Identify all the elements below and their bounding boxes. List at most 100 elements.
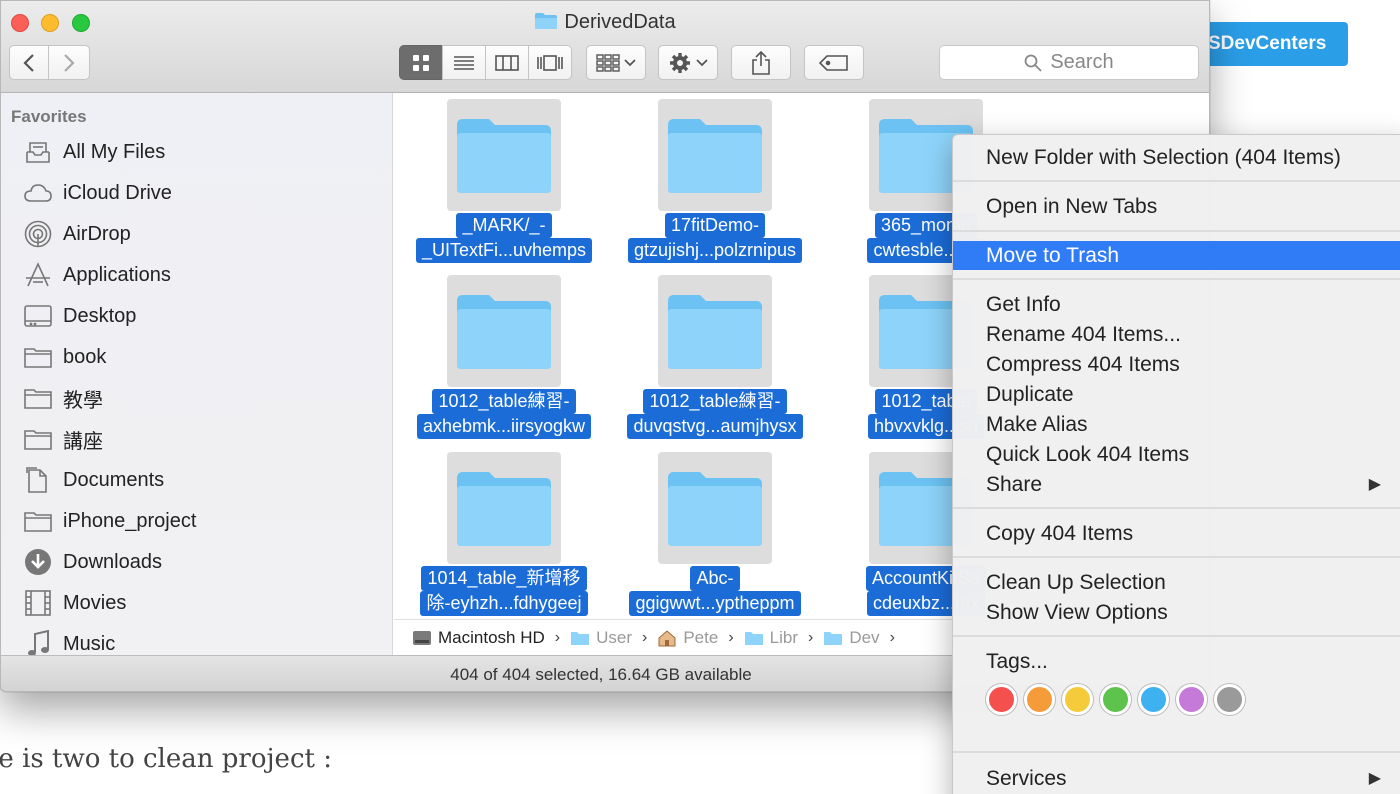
airdrop-icon: [24, 220, 52, 248]
sidebar-item-label: Downloads: [63, 550, 162, 573]
all-files-icon: [26, 142, 50, 163]
arrange-button[interactable]: [586, 45, 646, 80]
music-icon: [28, 630, 49, 655]
path-item-developer[interactable]: Dev: [823, 628, 880, 648]
path-item-macintosh-hd[interactable]: Macintosh HD: [412, 628, 545, 648]
back-button[interactable]: [9, 45, 49, 80]
background-dev-centers-button[interactable]: SDevCenters: [1190, 22, 1348, 66]
icon-view-button[interactable]: [399, 45, 443, 80]
chevron-right-icon: [64, 53, 75, 72]
arrange-icon: [596, 53, 620, 72]
home-icon: [658, 629, 676, 646]
titlebar: DerivedData Search: [1, 1, 1209, 93]
menu-item-move-to-trash[interactable]: Move to Trash: [953, 241, 1400, 270]
folder-thumbnail: [447, 452, 561, 564]
chevron-down-icon: [624, 58, 636, 66]
folder-thumbnail: [447, 99, 561, 211]
desktop-icon: [24, 305, 52, 327]
folder-label: _MARK/_- _UITextFi...uvhemps: [394, 213, 614, 263]
sidebar-item-book[interactable]: book: [23, 342, 106, 372]
folder-icon: [668, 295, 762, 369]
submenu-arrow-icon: ▶: [1368, 770, 1381, 787]
share-button[interactable]: [731, 45, 791, 80]
menu-item-share[interactable]: Share ▶: [953, 470, 1400, 499]
sidebar-item-label: Desktop: [63, 304, 137, 327]
sidebar-item-all-my-files[interactable]: All My Files: [23, 137, 165, 167]
sidebar-item-label: Music: [63, 632, 116, 655]
tag-red-swatch[interactable]: [986, 684, 1017, 715]
menu-separator: [953, 507, 1400, 509]
folder-label: 17fitDemo-gtzujishj...polzrnipus: [605, 213, 825, 263]
menu-item-clean-up-selection[interactable]: Clean Up Selection: [953, 568, 1400, 597]
folder-thumbnail: [447, 275, 561, 387]
path-item-library[interactable]: Libr: [744, 628, 798, 648]
sidebar-item-downloads[interactable]: Downloads: [23, 547, 162, 577]
tag-purple-swatch[interactable]: [1176, 684, 1207, 715]
menu-item-get-info[interactable]: Get Info: [953, 290, 1400, 319]
folder-icon: [24, 512, 52, 532]
menu-item-tags[interactable]: Tags...: [953, 647, 1400, 676]
menu-item-new-folder-with-selection[interactable]: New Folder with Selection (404 Items): [953, 143, 1400, 172]
sidebar-item-lecture[interactable]: 講座: [23, 424, 103, 454]
folder-icon: [24, 430, 52, 450]
folder-icon: [457, 295, 551, 369]
path-separator: ›: [554, 628, 561, 646]
folder-label: 1012_table練習-axhebmk...iirsyogkw: [394, 389, 614, 439]
sidebar-item-movies[interactable]: Movies: [23, 588, 126, 618]
tag-color-picker: [986, 684, 1245, 715]
sidebar-item-airdrop[interactable]: AirDrop: [23, 219, 131, 249]
menu-item-quick-look[interactable]: Quick Look 404 Items: [953, 440, 1400, 469]
tag-orange-swatch[interactable]: [1024, 684, 1055, 715]
cover-flow-view-button[interactable]: [528, 45, 572, 80]
sidebar: Favorites All My Files iCloud Drive AirD…: [1, 93, 393, 655]
path-separator: ›: [642, 628, 648, 646]
sidebar-item-applications[interactable]: Applications: [23, 260, 171, 290]
folder-label: 1012_table練習-duvqstvg...aumjhysx: [605, 389, 825, 439]
tag-green-swatch[interactable]: [1100, 684, 1131, 715]
tag-gray-swatch[interactable]: [1214, 684, 1245, 715]
menu-separator: [953, 635, 1400, 637]
folder-thumbnail: [658, 452, 772, 564]
menu-item-copy[interactable]: Copy 404 Items: [953, 519, 1400, 548]
sidebar-item-label: Movies: [63, 591, 127, 614]
menu-item-share-label: Share: [986, 473, 1043, 496]
menu-separator: [953, 230, 1400, 232]
list-view-button[interactable]: [442, 45, 486, 80]
menu-item-show-view-options[interactable]: Show View Options: [953, 598, 1400, 627]
menu-item-open-in-new-tabs[interactable]: Open in New Tabs: [953, 192, 1400, 221]
search-field[interactable]: Search: [939, 45, 1199, 80]
folder-icon: [535, 13, 558, 29]
forward-button[interactable]: [48, 45, 90, 80]
folder-icon: [457, 119, 551, 193]
chevron-left-icon: [23, 53, 34, 72]
sidebar-item-icloud-drive[interactable]: iCloud Drive: [23, 178, 172, 208]
sidebar-item-documents[interactable]: Documents: [23, 465, 164, 495]
share-icon: [752, 50, 770, 75]
menu-item-services[interactable]: Services ▶: [953, 764, 1400, 793]
tag-icon: [819, 54, 848, 71]
menu-item-make-alias[interactable]: Make Alias: [953, 410, 1400, 439]
folder-label: Abc-ggigwwt...yptheppm: [605, 566, 825, 616]
sidebar-item-desktop[interactable]: Desktop: [23, 301, 136, 331]
window-title-text: DerivedData: [564, 11, 676, 33]
search-placeholder: Search: [1050, 51, 1114, 73]
tag-blue-swatch[interactable]: [1138, 684, 1169, 715]
tag-yellow-swatch[interactable]: [1062, 684, 1093, 715]
folder-icon: [24, 389, 52, 409]
sidebar-item-iphone-project[interactable]: iPhone_project: [23, 506, 196, 536]
sidebar-item-label: All My Files: [63, 140, 166, 163]
column-view-button[interactable]: [485, 45, 529, 80]
edit-tags-button[interactable]: [804, 45, 864, 80]
menu-item-rename[interactable]: Rename 404 Items...: [953, 320, 1400, 349]
sidebar-item-music[interactable]: Music: [23, 629, 115, 655]
folder-icon: [457, 472, 551, 546]
menu-item-compress[interactable]: Compress 404 Items: [953, 350, 1400, 379]
menu-item-duplicate[interactable]: Duplicate: [953, 380, 1400, 409]
path-item-users[interactable]: User: [570, 628, 632, 648]
menu-item-services-label: Services: [986, 767, 1067, 790]
cloud-icon: [24, 184, 52, 202]
folder-thumbnail: [658, 99, 772, 211]
path-item-home[interactable]: Pete: [657, 628, 718, 648]
action-button[interactable]: [658, 45, 718, 80]
sidebar-item-teaching[interactable]: 教學: [23, 383, 103, 413]
